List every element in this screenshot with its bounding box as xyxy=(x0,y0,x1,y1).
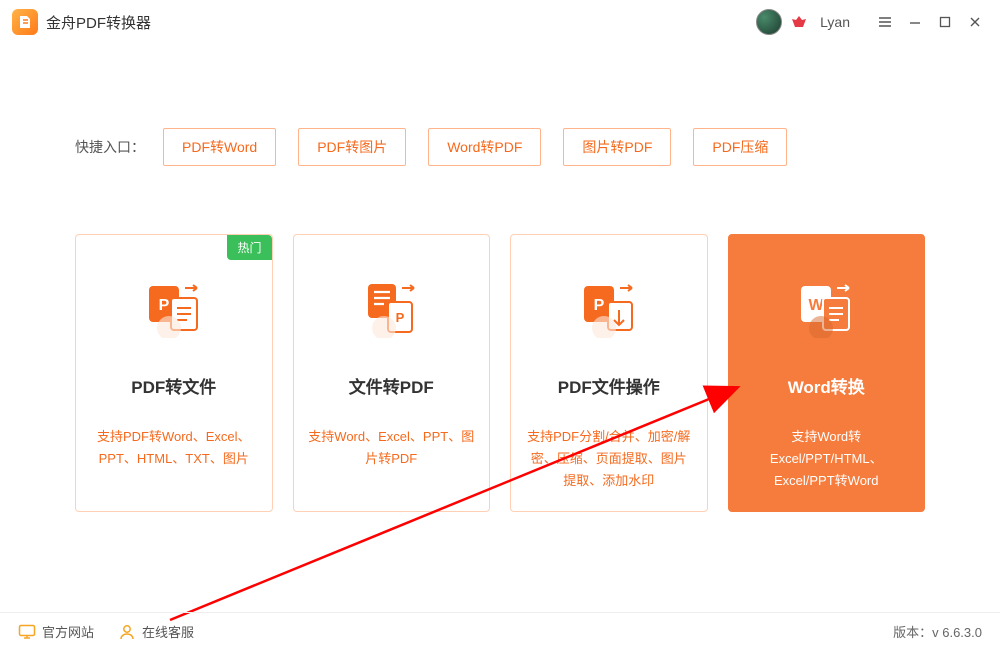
card-desc: 支持Word转Excel/PPT/HTML、Excel/PPT转Word xyxy=(729,426,925,492)
card-pdf-to-file[interactable]: 热门 P PDF转文件 支持PDF转Word、Excel、PPT、HTML、TX… xyxy=(75,234,273,512)
minimize-button[interactable] xyxy=(902,9,928,35)
file-to-pdf-icon: P xyxy=(359,277,423,341)
official-site-link[interactable]: 官方网站 xyxy=(18,622,94,641)
card-title: 文件转PDF xyxy=(349,373,434,398)
vip-badge-icon xyxy=(790,13,808,31)
quick-entry-label: 快捷入口： xyxy=(75,137,145,157)
pdf-operations-icon: P xyxy=(577,277,641,341)
app-logo-icon xyxy=(12,9,38,35)
card-title: PDF转文件 xyxy=(131,373,216,398)
app-title: 金舟PDF转换器 xyxy=(46,12,151,33)
version-text: 版本：v 6.6.3.0 xyxy=(893,622,982,641)
card-desc: 支持PDF转Word、Excel、PPT、HTML、TXT、图片 xyxy=(76,426,272,470)
card-title: Word转换 xyxy=(788,373,865,398)
titlebar: 金舟PDF转换器 Lyan xyxy=(0,0,1000,44)
quick-pdf-to-image[interactable]: PDF转图片 xyxy=(298,128,406,166)
footer-bar: 官方网站 在线客服 版本：v 6.6.3.0 xyxy=(0,612,1000,650)
card-desc: 支持PDF分割/合并、加密/解密、压缩、页面提取、图片提取、添加水印 xyxy=(511,426,707,492)
close-button[interactable] xyxy=(962,9,988,35)
quick-pdf-to-word[interactable]: PDF转Word xyxy=(163,128,276,166)
quick-pdf-compress[interactable]: PDF压缩 xyxy=(693,128,787,166)
monitor-icon xyxy=(18,623,36,641)
card-title: PDF文件操作 xyxy=(558,373,660,398)
support-icon xyxy=(118,623,136,641)
username-label[interactable]: Lyan xyxy=(820,14,850,30)
official-site-label: 官方网站 xyxy=(42,622,94,641)
hot-badge: 热门 xyxy=(227,235,271,260)
feature-cards: 热门 P PDF转文件 支持PDF转Word、Excel、PPT、HTML、TX… xyxy=(0,234,1000,512)
card-pdf-operations[interactable]: P PDF文件操作 支持PDF分割/合并、加密/解密、压缩、页面提取、图片提取、… xyxy=(510,234,708,512)
online-support-link[interactable]: 在线客服 xyxy=(118,622,194,641)
svg-text:P: P xyxy=(593,297,604,314)
menu-button[interactable] xyxy=(872,9,898,35)
online-support-label: 在线客服 xyxy=(142,622,194,641)
user-avatar[interactable] xyxy=(756,9,782,35)
word-convert-icon: W xyxy=(794,277,858,341)
card-word-convert[interactable]: W Word转换 支持Word转Excel/PPT/HTML、Excel/PPT… xyxy=(728,234,926,512)
quick-image-to-pdf[interactable]: 图片转PDF xyxy=(563,128,671,166)
card-file-to-pdf[interactable]: P 文件转PDF 支持Word、Excel、PPT、图片转PDF xyxy=(293,234,491,512)
svg-text:P: P xyxy=(158,297,169,314)
svg-text:P: P xyxy=(396,310,405,325)
card-desc: 支持Word、Excel、PPT、图片转PDF xyxy=(294,426,490,470)
maximize-button[interactable] xyxy=(932,9,958,35)
quick-word-to-pdf[interactable]: Word转PDF xyxy=(428,128,541,166)
pdf-to-file-icon: P xyxy=(142,277,206,341)
quick-entry-row: 快捷入口： PDF转Word PDF转图片 Word转PDF 图片转PDF PD… xyxy=(0,128,1000,166)
